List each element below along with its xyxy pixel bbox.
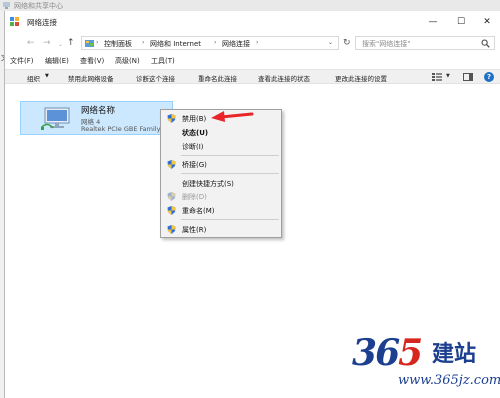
preview-pane-icon[interactable] bbox=[463, 73, 473, 81]
watermark-logo: 365 bbox=[352, 332, 423, 374]
address-row: ← → ⌄ ↑ › 控制面板 › 网络和 Internet › 网络连接 › ⌄… bbox=[5, 35, 500, 52]
menu-item-label: 诊断(I) bbox=[182, 143, 204, 151]
minimize-button[interactable]: — bbox=[425, 15, 441, 29]
watermark-digit: 5 bbox=[398, 332, 423, 374]
rename-connection-button[interactable]: 重命名此连接 bbox=[198, 73, 237, 83]
command-bar: 组织 ▼ 禁用此网络设备 诊断这个连接 重命名此连接 查看此连接的状态 更改此连… bbox=[5, 69, 500, 84]
organize-button[interactable]: 组织 bbox=[27, 73, 40, 83]
admin-shield-icon bbox=[167, 114, 176, 123]
menu-separator bbox=[181, 155, 279, 156]
watermark-url: www.365jz.com bbox=[398, 373, 500, 388]
menu-item-label: 属性(R) bbox=[182, 226, 207, 234]
window-title: 网络连接 bbox=[27, 18, 57, 27]
admin-shield-icon bbox=[167, 192, 176, 201]
back-button[interactable]: ← bbox=[27, 38, 35, 49]
menu-file[interactable]: 文件(F) bbox=[10, 56, 34, 66]
menu-edit[interactable]: 编辑(E) bbox=[45, 56, 69, 66]
maximize-button[interactable]: ☐ bbox=[453, 15, 469, 29]
breadcrumb-separator: › bbox=[142, 39, 145, 46]
breadcrumb-separator: › bbox=[96, 39, 99, 46]
help-icon[interactable]: ? bbox=[484, 72, 494, 82]
menu-item-diagnose[interactable]: 诊断(I) bbox=[161, 140, 281, 153]
recent-locations-button[interactable]: ⌄ bbox=[58, 39, 63, 50]
view-options-icon[interactable] bbox=[432, 73, 442, 81]
background-window-titlebar: 网络和共享中心 bbox=[0, 0, 500, 11]
context-menu: 禁用(B) 状态(U) 诊断(I) 桥接(G) 创建快捷方式(S) 删除(D) … bbox=[160, 109, 282, 238]
menu-separator bbox=[181, 219, 279, 220]
network-adapter-icon bbox=[41, 107, 70, 130]
network-connections-icon bbox=[10, 17, 19, 26]
search-box[interactable]: 搜索"网络连接" bbox=[355, 36, 495, 50]
breadcrumb-network-internet[interactable]: 网络和 Internet bbox=[150, 39, 201, 49]
breadcrumb-separator: › bbox=[256, 39, 259, 46]
menu-item-delete: 删除(D) bbox=[161, 190, 281, 203]
menu-item-properties[interactable]: 属性(R) bbox=[161, 223, 281, 236]
admin-shield-icon bbox=[167, 206, 176, 215]
menu-item-label: 禁用(B) bbox=[182, 115, 207, 123]
view-dropdown-icon[interactable]: ▼ bbox=[446, 73, 450, 79]
search-icon bbox=[481, 39, 490, 48]
breadcrumb-network-connections[interactable]: 网络连接 bbox=[222, 39, 250, 49]
menu-item-label: 桥接(G) bbox=[182, 161, 207, 169]
close-button[interactable]: ✕ bbox=[479, 15, 495, 29]
menu-item-create-shortcut[interactable]: 创建快捷方式(S) bbox=[161, 177, 281, 190]
menu-tools[interactable]: 工具(T) bbox=[151, 56, 175, 66]
adapter-name: 网络名称 bbox=[81, 106, 116, 116]
address-dropdown-icon[interactable]: ⌄ bbox=[328, 39, 333, 46]
menu-item-rename[interactable]: 重命名(M) bbox=[161, 204, 281, 217]
background-window-title: 网络和共享中心 bbox=[14, 2, 63, 10]
admin-shield-icon bbox=[167, 225, 176, 234]
menu-item-disable[interactable]: 禁用(B) bbox=[161, 112, 281, 125]
organize-dropdown-icon[interactable]: ▼ bbox=[45, 73, 49, 79]
menu-item-label: 状态(U) bbox=[182, 129, 209, 137]
view-connection-status-button[interactable]: 查看此连接的状态 bbox=[258, 73, 310, 83]
menu-item-bridge[interactable]: 桥接(G) bbox=[161, 158, 281, 171]
admin-shield-icon bbox=[167, 160, 176, 169]
forward-button[interactable]: → bbox=[43, 38, 51, 49]
refresh-button[interactable]: ↻ bbox=[343, 38, 351, 48]
menu-item-label: 删除(D) bbox=[182, 193, 207, 201]
menu-separator bbox=[181, 173, 279, 174]
menu-item-label: 创建快捷方式(S) bbox=[182, 180, 234, 188]
menu-view[interactable]: 查看(V) bbox=[80, 56, 104, 66]
search-placeholder: 搜索"网络连接" bbox=[362, 40, 411, 48]
window-titlebar[interactable]: 网络连接 — ☐ ✕ bbox=[5, 11, 500, 33]
disable-device-button[interactable]: 禁用此网络设备 bbox=[68, 73, 114, 83]
network-adapter-item[interactable]: 网络名称 网络 4 Realtek PCIe GBE Family Contro… bbox=[20, 101, 173, 135]
breadcrumb-separator: › bbox=[214, 39, 217, 46]
up-button[interactable]: ↑ bbox=[67, 38, 75, 49]
menu-item-label: 重命名(M) bbox=[182, 207, 215, 215]
watermark-text: 建站 bbox=[432, 342, 477, 367]
change-connection-settings-button[interactable]: 更改此连接的设置 bbox=[335, 73, 387, 83]
breadcrumb-control-panel[interactable]: 控制面板 bbox=[104, 39, 132, 49]
menu-bar: 文件(F) 编辑(E) 查看(V) 高级(N) 工具(T) bbox=[5, 55, 500, 68]
control-panel-icon bbox=[85, 40, 94, 47]
menu-item-status[interactable]: 状态(U) bbox=[161, 126, 281, 139]
watermark-digit: 6 bbox=[375, 332, 400, 374]
diagnose-connection-button[interactable]: 诊断这个连接 bbox=[136, 73, 175, 83]
address-bar[interactable]: › 控制面板 › 网络和 Internet › 网络连接 › ⌄ bbox=[81, 36, 339, 50]
network-icon bbox=[3, 2, 10, 9]
watermark-digit: 3 bbox=[352, 332, 377, 374]
menu-advanced[interactable]: 高级(N) bbox=[115, 56, 140, 66]
